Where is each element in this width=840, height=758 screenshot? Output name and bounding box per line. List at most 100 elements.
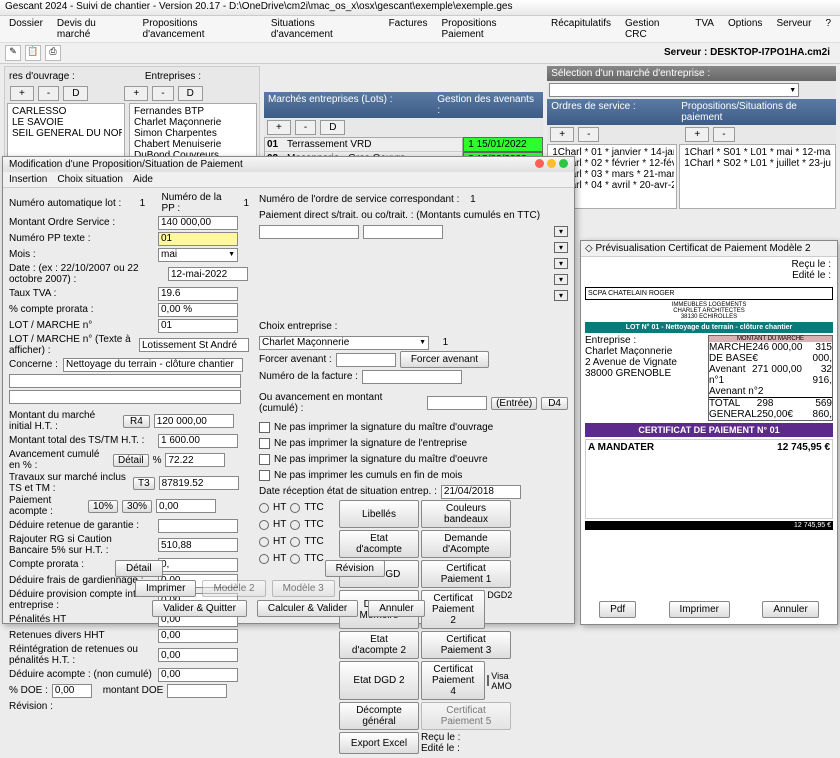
del-ouvrage-button[interactable]: - — [38, 86, 59, 101]
deduire-acompte-input[interactable] — [158, 668, 238, 682]
lot-marche-num-input[interactable] — [158, 319, 238, 333]
menu-serveur[interactable]: Serveur — [772, 17, 815, 41]
list-item[interactable]: Charlet Maçonnerie — [132, 117, 254, 128]
retenues-input[interactable] — [158, 629, 238, 643]
menu-aide[interactable]: Aide — [133, 174, 153, 185]
date-input[interactable] — [168, 267, 248, 281]
pd-input-1[interactable] — [259, 225, 359, 239]
r4-button[interactable]: R4 — [123, 415, 150, 428]
menu-dossier[interactable]: Dossier — [5, 17, 47, 41]
etat-acompte2-button[interactable]: Etat d'acompte 2 — [339, 631, 419, 659]
checkbox-cumuls[interactable] — [259, 470, 270, 481]
menu-tva[interactable]: TVA — [691, 17, 718, 41]
dialog-titlebar[interactable]: Modification d'une Proposition/Situation… — [3, 157, 574, 172]
montant-initial-input[interactable] — [154, 414, 234, 428]
entree-button[interactable]: (Entrée) — [491, 397, 537, 410]
list-item[interactable]: Chabert Menuiserie — [132, 139, 254, 150]
chevron-down-icon[interactable]: ▾ — [554, 290, 568, 301]
toolbar-icon-2[interactable]: 📋 — [25, 45, 41, 61]
menu-crc[interactable]: Gestion CRC — [621, 17, 685, 41]
concerne-input-2[interactable] — [9, 374, 241, 388]
checkbox-sig-mo[interactable] — [259, 422, 270, 433]
radio-ttc[interactable] — [290, 537, 300, 547]
maximize-icon[interactable] — [559, 159, 568, 168]
num-pp-texte-input[interactable] — [158, 232, 238, 246]
lot-marche-txt-input[interactable] — [139, 338, 249, 352]
visa-amo-checkbox[interactable] — [487, 675, 489, 686]
t3-button[interactable]: T3 — [133, 477, 155, 490]
minimize-icon[interactable] — [547, 159, 556, 168]
del-lot-button[interactable]: - — [295, 120, 316, 135]
deduire-retenue-input[interactable] — [158, 519, 238, 533]
propositions-list[interactable]: 1Charl * S01 * L01 * mai * 12-ma 1Charl … — [679, 144, 836, 209]
radio-ht[interactable] — [259, 537, 269, 547]
choix-ent-combo[interactable]: Charlet Maçonnerie — [259, 336, 429, 350]
imprimer-button[interactable]: Imprimer — [135, 580, 196, 597]
list-item[interactable]: LE SAVOIE — [10, 117, 122, 128]
chevron-down-icon[interactable]: ▾ — [554, 274, 568, 285]
chevron-down-icon[interactable]: ▾ — [554, 258, 568, 269]
add-ouvrage-button[interactable]: + — [10, 86, 34, 101]
taux-tva-input[interactable] — [158, 287, 238, 301]
menu-situations[interactable]: Situations d'avancement — [267, 17, 379, 41]
marche-selector[interactable] — [549, 83, 799, 97]
menu-choix-situation[interactable]: Choix situation — [57, 174, 123, 185]
list-item[interactable]: 1Charl * S02 * L01 * juillet * 23-ju — [682, 158, 833, 169]
dup-entreprise-button[interactable]: D — [178, 86, 203, 101]
compte-prorata-input[interactable] — [158, 303, 238, 317]
menu-devis[interactable]: Devis du marché — [53, 17, 133, 41]
list-item[interactable]: SEIL GENERAL DU NORD — [10, 128, 122, 139]
decompte-button[interactable]: Décompte général — [339, 702, 419, 730]
num-facture-input[interactable] — [362, 370, 462, 384]
menu-options[interactable]: Options — [724, 17, 766, 41]
list-item[interactable]: CARLESSO — [10, 106, 122, 117]
del-os-button[interactable]: - — [578, 127, 599, 142]
preview-pdf-button[interactable]: Pdf — [599, 601, 636, 618]
close-icon[interactable] — [535, 159, 544, 168]
add-prop-button[interactable]: + — [685, 127, 709, 142]
add-entreprise-button[interactable]: + — [124, 86, 148, 101]
dup-ouvrage-button[interactable]: D — [63, 86, 88, 101]
annuler-button[interactable]: Annuler — [368, 600, 424, 617]
menu-prop-paiement[interactable]: Propositions Paiement — [437, 17, 541, 41]
ou-avancement-input[interactable] — [427, 396, 487, 410]
preview-titlebar[interactable]: ◇ Prévisualisation Certificat de Paiemen… — [581, 241, 837, 257]
calculer-valider-button[interactable]: Calculer & Valider — [257, 600, 358, 617]
libelles-button[interactable]: Libellés — [339, 500, 419, 528]
pa30-button[interactable]: 30% — [122, 500, 152, 513]
d4-button[interactable]: D4 — [541, 397, 568, 410]
avancement-input[interactable] — [165, 453, 225, 467]
pd-val-1[interactable] — [363, 225, 443, 239]
export-excel-button[interactable]: Export Excel — [339, 732, 419, 754]
menu-factures[interactable]: Factures — [385, 17, 432, 41]
preview-imprimer-button[interactable]: Imprimer — [669, 601, 730, 618]
cert4-button[interactable]: Certificat Paiement 4 — [421, 661, 485, 700]
list-item[interactable]: Fernandes BTP — [132, 106, 254, 117]
dup-lot-button[interactable]: D — [320, 120, 345, 135]
add-lot-button[interactable]: + — [267, 120, 291, 135]
etat-acompte-button[interactable]: Etat d'acompte — [339, 530, 419, 558]
list-item[interactable]: 1Charl * S01 * L01 * mai * 12-ma — [682, 147, 833, 158]
couleurs-button[interactable]: Couleurs bandeaux — [421, 500, 511, 528]
ouvrage-list[interactable]: CARLESSO LE SAVOIE SEIL GENERAL DU NORD — [7, 103, 125, 164]
checkbox-sig-ent[interactable] — [259, 438, 270, 449]
revision-button[interactable]: Révision — [325, 560, 385, 577]
checkbox-sig-moe[interactable] — [259, 454, 270, 465]
lot-row[interactable]: 01Terrassement VRD — [265, 138, 462, 152]
concerne-input-3[interactable] — [9, 390, 241, 404]
paiement-acompte-input[interactable] — [156, 499, 216, 513]
date-reception-input[interactable] — [441, 485, 521, 499]
menu-insertion[interactable]: Insertion — [9, 174, 47, 185]
menu-prop-avancement[interactable]: Propositions d'avancement — [139, 17, 261, 41]
montant-os-input[interactable] — [158, 216, 238, 230]
reintegration-input[interactable] — [158, 648, 238, 662]
del-entreprise-button[interactable]: - — [152, 86, 173, 101]
add-os-button[interactable]: + — [550, 127, 574, 142]
valider-quitter-button[interactable]: Valider & Quitter — [152, 600, 247, 617]
radio-ttc[interactable] — [290, 520, 300, 530]
montant-doe-input[interactable] — [167, 684, 227, 698]
travaux-input[interactable] — [159, 476, 239, 490]
chevron-down-icon[interactable]: ▾ — [554, 226, 568, 237]
preview-annuler-button[interactable]: Annuler — [762, 601, 818, 618]
menu-recap[interactable]: Récapitulatifs — [547, 17, 615, 41]
